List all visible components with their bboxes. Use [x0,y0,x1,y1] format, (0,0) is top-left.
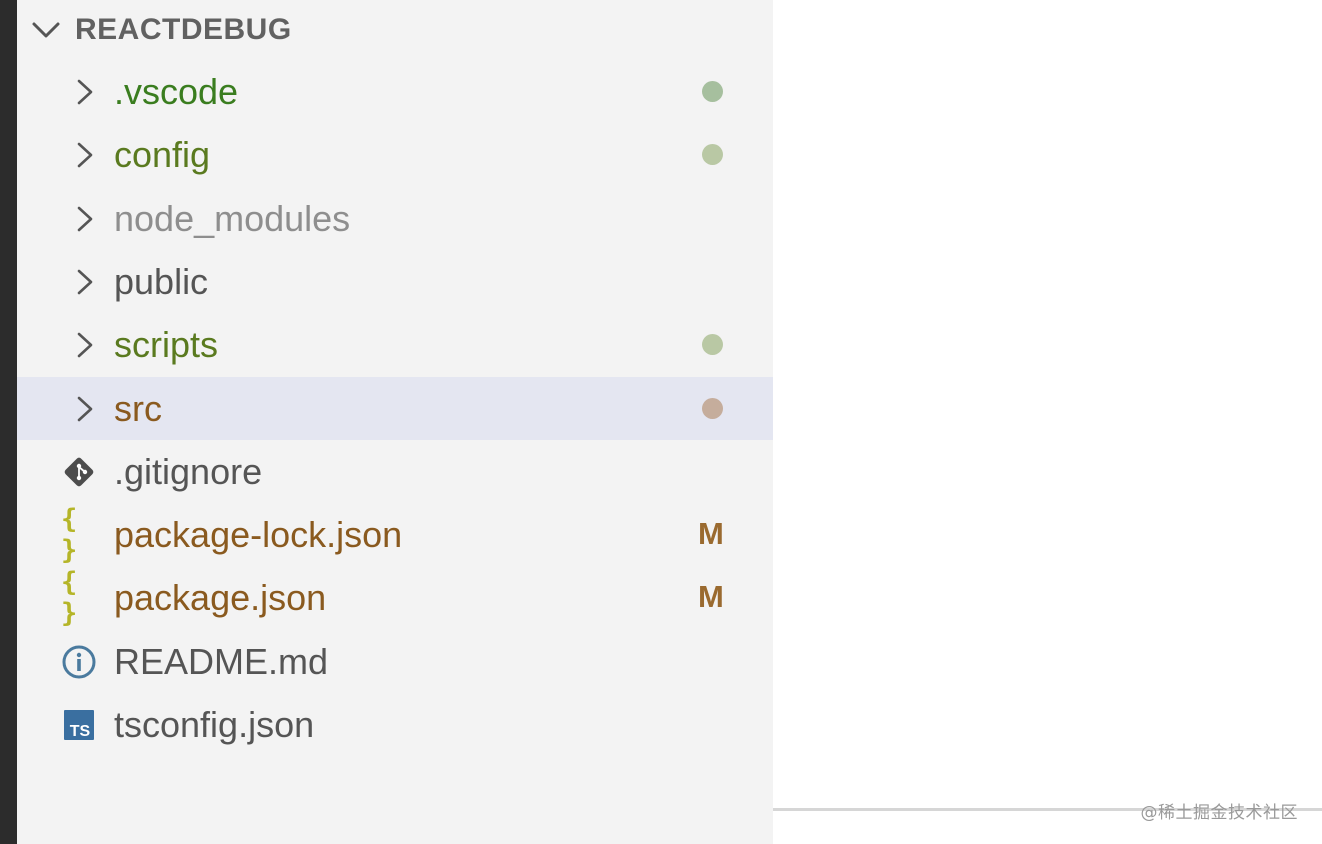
chevron-right-icon[interactable] [75,141,95,169]
explorer-panel: REACTDEBUG .vscode config node_modulespubl… [17,0,773,844]
chevron-right-icon[interactable] [75,205,95,233]
folder-item[interactable]: public [17,250,773,313]
json-icon: { } [61,567,77,630]
item-label: README.md [114,640,329,682]
git-modified-badge: M [698,579,724,615]
chevron-down-icon[interactable] [30,18,62,42]
chevron-right-icon[interactable] [75,268,95,296]
item-label: config [114,134,211,176]
item-label: .gitignore [114,450,263,492]
item-label: tsconfig.json [114,704,315,745]
item-label: src [114,387,162,429]
file-item[interactable]: { } package-lock.json M [17,503,773,566]
file-item[interactable]: { } package.json M [17,566,773,629]
watermark: @稀土掘金技术社区 [1140,803,1298,823]
git-modified-badge: M [698,516,724,552]
folder-item[interactable]: src [17,376,773,440]
typescript-icon: TS [61,706,97,744]
info-icon [61,643,97,681]
chevron-right-icon[interactable] [75,78,95,106]
file-item[interactable]: .gitignore [17,440,773,503]
activity-bar [0,0,17,844]
item-label: package.json [114,577,327,619]
file-item[interactable]: TS tsconfig.json [17,693,773,756]
item-label: node_modules [114,197,351,239]
item-label: package-lock.json [114,514,403,556]
item-label: public [114,260,209,302]
file-item[interactable]: README.md [17,630,773,693]
item-label: scripts [114,324,219,366]
folder-item[interactable]: scripts [17,313,773,376]
folder-item[interactable]: .vscode [17,60,773,123]
git-status-dot [702,397,723,419]
git-status-dot [702,81,723,102]
chevron-right-icon[interactable] [75,331,95,359]
git-status-dot [702,334,723,356]
editor-area: @稀土掘金技术社区 [773,0,1322,844]
chevron-right-icon[interactable] [75,395,95,423]
item-label: .vscode [114,71,239,112]
section-title: REACTDEBUG [75,13,292,46]
explorer-section-header[interactable]: REACTDEBUG [17,0,773,60]
git-icon [61,453,97,491]
folder-item[interactable]: node_modules [17,187,773,250]
git-status-dot [702,144,723,166]
json-icon: { } [61,504,77,567]
folder-item[interactable]: config [17,123,773,186]
svg-text:TS: TS [70,723,91,740]
